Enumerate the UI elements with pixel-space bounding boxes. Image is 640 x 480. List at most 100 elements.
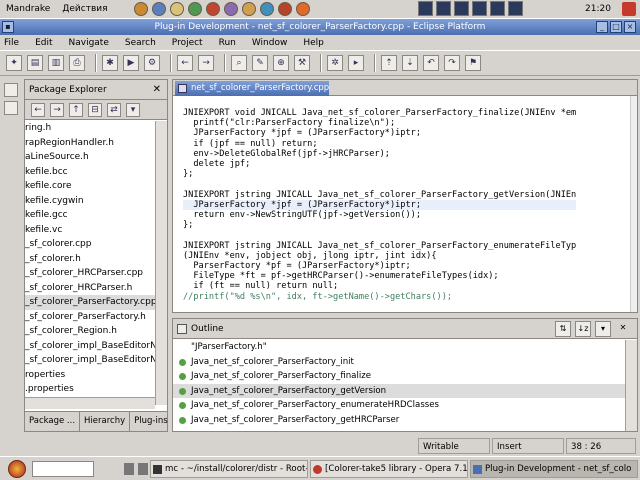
link-editor-icon[interactable]: ⇄ <box>107 102 121 117</box>
outline-title[interactable]: Outline ⇅ ↓z ▾ ✕ <box>173 319 637 339</box>
tree-item[interactable]: roperties <box>25 368 155 383</box>
pager-desktop-icon[interactable] <box>472 1 487 16</box>
outline-item[interactable]: "JParserFactory.h" <box>173 340 625 355</box>
tree-item[interactable]: _sf_colorer_Region.h <box>25 324 155 339</box>
code-line[interactable]: printf("clr:ParserFactory finalize\n"); <box>183 118 576 128</box>
forward-icon[interactable]: → <box>198 55 214 71</box>
fast-view-icon[interactable] <box>4 101 18 115</box>
save-icon[interactable]: ▤ <box>27 55 43 71</box>
minimize-button[interactable]: _ <box>596 21 608 33</box>
outline-vertical-scrollbar[interactable] <box>625 340 637 431</box>
menu-file[interactable]: File <box>4 38 19 48</box>
tree-item[interactable]: kefile.vc <box>25 223 155 238</box>
mandrake-menu[interactable]: Mandrake <box>0 0 56 19</box>
prev-annotation-icon[interactable]: ⇡ <box>381 55 397 71</box>
package-tree-vertical-scrollbar[interactable] <box>155 121 167 405</box>
launcher-icon[interactable] <box>277 2 292 16</box>
tree-item[interactable]: _sf_colorer_impl_BaseEditorNa <box>25 353 155 368</box>
code-line[interactable]: }; <box>183 169 576 179</box>
launcher-icon[interactable] <box>223 2 238 16</box>
package-tree-horizontal-scrollbar[interactable] <box>25 397 155 409</box>
code-line[interactable] <box>183 230 576 240</box>
network-icon[interactable] <box>508 1 523 16</box>
launcher-icon[interactable] <box>241 2 256 16</box>
open-type-icon[interactable]: ⊕ <box>273 55 289 71</box>
code-line[interactable]: FileType *ft = pf->getHRCParser()->enume… <box>183 271 576 281</box>
tree-item[interactable]: _sf_colorer_ParserFactory.h <box>25 310 155 325</box>
back-icon[interactable]: ← <box>177 55 193 71</box>
collapse-all-icon[interactable]: ⊟ <box>88 102 102 117</box>
sort-alpha-icon[interactable]: ↓z <box>575 321 591 337</box>
next-annotation-icon[interactable]: ⇣ <box>402 55 418 71</box>
close-button[interactable]: × <box>624 21 636 33</box>
window-list-icon[interactable] <box>138 463 148 475</box>
launcher-icon[interactable] <box>187 2 202 16</box>
tree-item[interactable]: kefile.gcc <box>25 208 155 223</box>
editor-tab[interactable]: net_sf_colorer_ParserFactory.cpp <box>175 81 329 96</box>
pager-desktop-icon[interactable] <box>418 1 433 16</box>
code-line[interactable]: ParserFactory *pf = (JParserFactory*)ipt… <box>183 261 576 271</box>
tree-item[interactable]: kefile.cygwin <box>25 194 155 209</box>
monitor-icon[interactable] <box>490 1 505 16</box>
code-line[interactable]: env->DeleteGlobalRef(jpf->jHRCParser); <box>183 149 576 159</box>
launcher-icon[interactable] <box>205 2 220 16</box>
menu-run[interactable]: Run <box>219 38 236 48</box>
launcher-icon[interactable] <box>259 2 274 16</box>
external-tools-icon[interactable]: ⚙ <box>144 55 160 71</box>
code-line[interactable]: return env->NewStringUTF(jpf->getVersion… <box>183 210 576 220</box>
tree-item[interactable]: _sf_colorer_HRCParser.cpp <box>25 266 155 281</box>
tree-item[interactable]: _sf_colorer.h <box>25 252 155 267</box>
back-icon[interactable]: ← <box>31 102 45 117</box>
code-line[interactable]: }; <box>183 220 576 230</box>
debug-icon[interactable]: ✱ <box>102 55 118 71</box>
launcher-icon[interactable] <box>295 2 310 16</box>
tree-item[interactable]: aLineSource.h <box>25 150 155 165</box>
code-line[interactable]: //printf("%d %s\n", idx, ft->getName()->… <box>183 292 576 302</box>
close-icon[interactable]: ✕ <box>153 84 161 95</box>
tab-package-explorer[interactable]: Package ... <box>25 412 81 431</box>
taskbar-task-terminal[interactable]: mc - ~/install/colorer/distr - Root-кс <box>150 460 308 478</box>
menu-help[interactable]: Help <box>303 38 324 48</box>
launcher-icon[interactable] <box>151 2 166 16</box>
tab-plugins[interactable]: Plug-ins <box>130 412 173 431</box>
pager-desktop-icon[interactable] <box>436 1 451 16</box>
tree-item[interactable]: rapRegionHandler.h <box>25 136 155 151</box>
build-icon[interactable]: ⚒ <box>294 55 310 71</box>
outline-item[interactable]: Java_net_sf_colorer_ParserFactory_enumer… <box>173 398 625 413</box>
sort-icon[interactable]: ⇅ <box>555 321 571 337</box>
package-explorer-title[interactable]: Package Explorer ✕ <box>25 80 167 100</box>
forward-history-icon[interactable]: ↷ <box>444 55 460 71</box>
pager-desktop-icon[interactable] <box>454 1 469 16</box>
outline-item[interactable]: Java_net_sf_colorer_ParserFactory_init <box>173 355 625 370</box>
shield-icon[interactable] <box>622 2 636 16</box>
tree-item[interactable]: _sf_colorer.cpp <box>25 237 155 252</box>
tree-item[interactable]: _sf_colorer_ParserFactory.cpp <box>25 295 155 310</box>
menu-window[interactable]: Window <box>252 38 288 48</box>
launcher-icon[interactable] <box>133 2 148 16</box>
forward-icon[interactable]: → <box>50 102 64 117</box>
fast-view-icon[interactable] <box>4 83 18 97</box>
maximize-button[interactable]: □ <box>610 21 622 33</box>
outline-item[interactable]: Java_net_sf_colorer_ParserFactory_getVer… <box>173 383 625 398</box>
view-menu-icon[interactable]: ▾ <box>126 102 140 117</box>
plugin-icon[interactable]: ⚑ <box>465 55 481 71</box>
code-line[interactable]: JParserFactory *jpf = (JParserFactory*)i… <box>183 199 577 211</box>
print-icon[interactable]: ⎙ <box>69 55 85 71</box>
run-icon[interactable]: ▶ <box>123 55 139 71</box>
menu-project[interactable]: Project <box>172 38 203 48</box>
menu-edit[interactable]: Edit <box>35 38 52 48</box>
code-line[interactable]: if (jpf == null) return; <box>183 139 576 149</box>
code-line[interactable] <box>183 179 576 189</box>
tree-item[interactable]: _sf_colorer_HRCParser.h <box>25 281 155 296</box>
menu-navigate[interactable]: Navigate <box>69 38 109 48</box>
run-command-input[interactable] <box>32 461 94 477</box>
taskbar-task-opera[interactable]: [Colorer-take5 library - Opera 7.11 <box>310 460 468 478</box>
code-line[interactable]: JNIEXPORT jstring JNICALL Java_net_sf_co… <box>183 190 576 200</box>
actions-menu[interactable]: Действия <box>56 0 113 19</box>
save-all-icon[interactable]: ▥ <box>48 55 64 71</box>
new-wizard-icon[interactable]: ✎ <box>252 55 268 71</box>
footprint-icon[interactable] <box>124 463 134 475</box>
last-edit-icon[interactable]: ↶ <box>423 55 439 71</box>
up-icon[interactable]: ↑ <box>69 102 83 117</box>
view-menu-icon[interactable]: ▾ <box>595 321 611 337</box>
